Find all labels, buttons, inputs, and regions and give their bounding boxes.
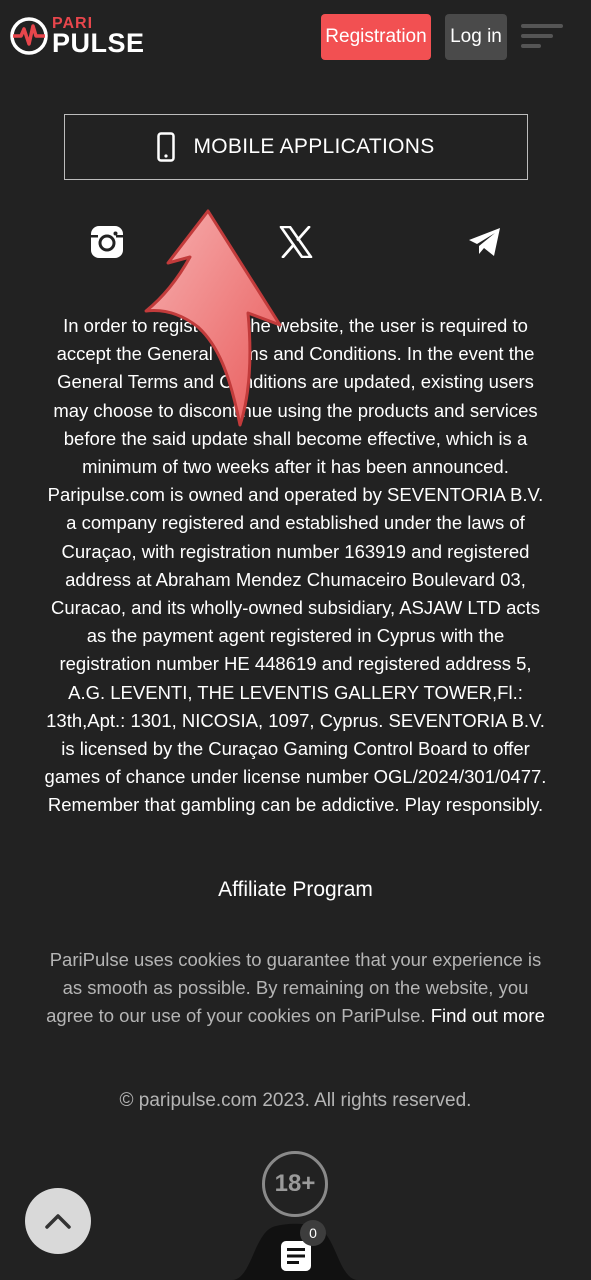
- phone-icon: [157, 132, 176, 162]
- legal-text: In order to register on the website, the…: [44, 315, 547, 816]
- paripulse-logo[interactable]: PARI PULSE: [10, 15, 160, 57]
- telegram-icon: [469, 228, 500, 256]
- registration-button[interactable]: Registration: [321, 14, 431, 60]
- menu-icon[interactable]: [521, 24, 565, 50]
- login-button[interactable]: Log in: [445, 14, 507, 60]
- cookie-notice: PariPulse uses cookies to guarantee that…: [44, 946, 547, 1031]
- scroll-to-top-button[interactable]: [25, 1188, 91, 1254]
- copyright-text: © paripulse.com 2023. All rights reserve…: [119, 1090, 472, 1111]
- find-out-more-link[interactable]: Find out more: [431, 1005, 545, 1026]
- affiliate-program-link[interactable]: Affiliate Program: [0, 878, 591, 902]
- age-restriction-badge: 18+: [262, 1151, 328, 1217]
- x-icon: [279, 226, 313, 258]
- instagram-icon: [91, 226, 123, 258]
- betslip-count-badge: 0: [300, 1220, 326, 1246]
- x-link[interactable]: [276, 222, 316, 262]
- logo-mark-icon: [10, 17, 48, 55]
- telegram-link[interactable]: [465, 222, 505, 262]
- logo-pulse-text: PULSE: [52, 27, 145, 58]
- instagram-link[interactable]: [87, 222, 127, 262]
- page: PARI PULSE Registration Log in MOBILE AP…: [0, 0, 591, 1280]
- mobile-applications-button[interactable]: MOBILE APPLICATIONS: [64, 114, 528, 180]
- header: PARI PULSE Registration Log in: [0, 0, 591, 74]
- chevron-up-icon: [45, 1214, 71, 1229]
- mobile-applications-label: MOBILE APPLICATIONS: [193, 135, 435, 158]
